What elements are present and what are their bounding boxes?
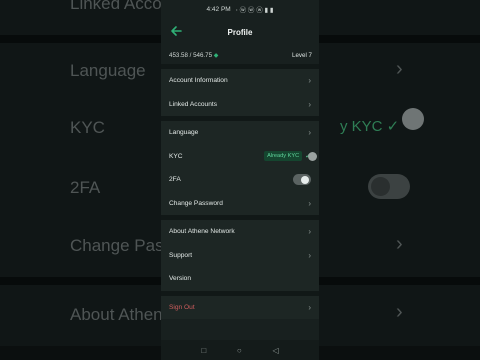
bg-2fa: 2FA — [70, 178, 101, 197]
menu-item-support[interactable]: Support › — [161, 244, 319, 268]
diamond-icon: ◆ — [213, 52, 219, 59]
status-time: 4:42 PM — [206, 5, 231, 13]
bg-chevron-icon: › — [396, 301, 403, 323]
chevron-right-icon: › — [308, 99, 311, 109]
menu-item-kyc[interactable]: KYC Already KYC ✓ — [161, 145, 319, 169]
menu-item-label: About Athene Network — [169, 228, 235, 236]
2fa-toggle[interactable] — [293, 174, 311, 186]
menu-item-label: Change Password — [169, 199, 223, 207]
menu-item-label: 2FA — [169, 176, 181, 184]
bg-toggle — [368, 174, 410, 199]
kyc-status-badge: Already KYC ✓ — [264, 151, 311, 162]
back-nav-icon[interactable]: ◁ — [272, 346, 278, 355]
sign-out-button[interactable]: Sign Out › — [161, 296, 319, 320]
info-group: About Athene Network › Support › Version — [161, 220, 319, 291]
level-label: Level 7 — [292, 51, 312, 59]
menu-item-account-information[interactable]: Account Information › — [161, 69, 319, 93]
status-icons: ⋅ ⓦ ⓦ ⓦ ▮ ▮ — [235, 7, 274, 14]
touch-indicator — [308, 151, 317, 161]
menu-item-2fa[interactable]: 2FA — [161, 168, 319, 192]
arrow-left-icon[interactable] — [169, 24, 183, 38]
menu-item-change-password[interactable]: Change Password › — [161, 192, 319, 216]
menu-item-linked-accounts[interactable]: Linked Accounts › — [161, 93, 319, 117]
bg-kyc-status: y KYC ✓ — [340, 118, 400, 135]
chevron-right-icon: › — [308, 76, 311, 86]
chevron-right-icon: › — [308, 227, 311, 237]
kyc-status-text: Already KYC — [264, 151, 303, 162]
menu-item-label: Linked Accounts — [169, 100, 218, 108]
menu-item-about[interactable]: About Athene Network › — [161, 220, 319, 244]
app-bar: Profile — [161, 18, 319, 46]
chevron-right-icon: › — [308, 198, 311, 208]
menu-item-version[interactable]: Version — [161, 267, 319, 291]
menu-item-label: Support — [169, 251, 193, 259]
balance-bar: 453.58 / 546.75 ◆ Level 7 — [161, 46, 319, 64]
bg-knob — [402, 108, 424, 130]
chevron-right-icon: › — [308, 302, 311, 312]
system-nav-bar: □ ○ ◁ — [161, 340, 319, 360]
menu-item-language[interactable]: Language › — [161, 121, 319, 145]
home-icon[interactable]: ○ — [237, 346, 242, 355]
bg-kyc: KYC — [70, 118, 105, 137]
menu-item-label: Account Information — [169, 77, 228, 85]
bg-chevron-icon: › — [396, 233, 403, 255]
chevron-right-icon: › — [308, 128, 311, 138]
menu-item-label: KYC — [169, 152, 183, 160]
status-bar: 4:42 PM ⋅ ⓦ ⓦ ⓦ ▮ ▮ — [161, 0, 319, 18]
bg-chevron-icon: › — [396, 58, 403, 80]
menu-item-label: Language — [169, 129, 199, 137]
page-title: Profile — [227, 27, 253, 37]
phone-screen: 4:42 PM ⋅ ⓦ ⓦ ⓦ ▮ ▮ Profile 453.58 / 546… — [161, 0, 319, 360]
menu-item-label: Version — [169, 275, 191, 283]
chevron-right-icon: › — [308, 250, 311, 260]
balance-amount: 453.58 / 546.75 ◆ — [169, 51, 219, 59]
bg-language: Language — [70, 61, 146, 80]
recents-icon[interactable]: □ — [201, 346, 206, 355]
settings-group: Language › KYC Already KYC ✓ 2FA Change … — [161, 121, 319, 215]
signout-group: Sign Out › — [161, 295, 319, 320]
sign-out-label: Sign Out — [169, 303, 195, 311]
account-group: Account Information › Linked Accounts › — [161, 69, 319, 116]
